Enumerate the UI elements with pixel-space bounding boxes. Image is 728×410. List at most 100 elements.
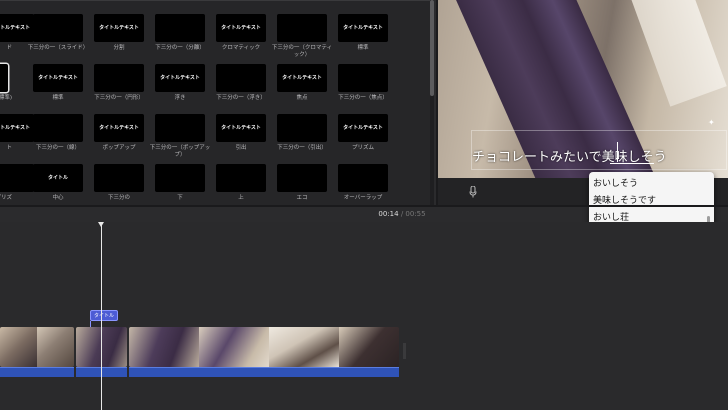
title-thumbnail[interactable]: タイトルテキスト: [94, 14, 144, 42]
title-thumbnail[interactable]: タイトルテキスト: [33, 64, 83, 92]
current-time: 00:14: [378, 210, 399, 218]
title-tile-label: 下三分の一（円形）: [94, 95, 144, 101]
title-tile-label: 中心: [52, 195, 64, 201]
title-tile[interactable]: 下三分の一（浮き）: [216, 64, 266, 114]
audio-track[interactable]: [0, 367, 74, 377]
video-clip[interactable]: [129, 327, 399, 367]
title-tile-label: エコ: [296, 195, 308, 201]
title-tile[interactable]: タイトルテキスト クロマティック: [216, 14, 266, 64]
title-tile[interactable]: タイトルテキスト分割: [94, 14, 144, 64]
title-tile[interactable]: 下三分の一（円形）: [94, 64, 144, 114]
title-tile-label: 引出: [235, 145, 247, 151]
title-tile-label: ト: [6, 145, 12, 151]
title-tile[interactable]: 下三分の一（焦点）: [338, 64, 388, 114]
title-tile[interactable]: (標準): [0, 64, 34, 114]
microphone-icon[interactable]: [469, 186, 477, 198]
title-thumbnail[interactable]: [155, 164, 205, 192]
title-tile[interactable]: オーバーラップ: [338, 164, 388, 205]
title-thumbnail[interactable]: [216, 64, 266, 92]
viewer-resize-icon[interactable]: ✦: [708, 118, 718, 128]
title-tile[interactable]: 下三分の: [94, 164, 144, 205]
clip-trim-handle[interactable]: [403, 343, 406, 359]
title-tile-label: 下三分の一（クロマティック）: [271, 45, 333, 58]
title-tile-label: 下三分の一（スライド）: [27, 45, 89, 51]
title-tile[interactable]: 下三分の一（ポップアップ）: [150, 114, 210, 164]
thumbnail-text: タイトルテキスト: [343, 125, 383, 131]
title-thumbnail[interactable]: [0, 64, 8, 92]
playhead[interactable]: [101, 224, 102, 410]
title-thumbnail[interactable]: [338, 64, 388, 92]
title-tile[interactable]: タイトルテキスト 標準: [33, 64, 83, 114]
title-thumbnail[interactable]: タイトルテキスト: [216, 14, 266, 42]
title-tile[interactable]: タイトルテキスト ポップアップ: [94, 114, 144, 164]
title-tile[interactable]: タイトルテキスト 焦点: [277, 64, 327, 114]
title-thumbnail[interactable]: [94, 64, 144, 92]
browser-divider: [0, 0, 434, 1]
title-thumbnail[interactable]: [277, 164, 327, 192]
title-tile[interactable]: タイトル 中心: [33, 164, 83, 205]
title-tile-label: 下三分の一（浮き）: [216, 95, 266, 101]
thumbnail-text: タイトルテキスト: [99, 125, 139, 131]
title-thumbnail[interactable]: タイトル: [33, 164, 83, 192]
title-thumbnail[interactable]: [216, 164, 266, 192]
title-thumbnail[interactable]: タイトルテキスト: [94, 114, 144, 142]
title-tile[interactable]: 下三分の一（分離）: [155, 14, 205, 64]
thumbnail-text: タイトルテキスト: [160, 75, 200, 81]
title-thumbnail[interactable]: [277, 14, 327, 42]
title-tile[interactable]: 下三分の一（引出）: [277, 114, 327, 164]
title-tile-label: 分割: [113, 45, 125, 51]
title-thumbnail[interactable]: タイトルテキスト: [277, 64, 327, 92]
browser-scroll-thumb[interactable]: [430, 0, 434, 96]
title-tile[interactable]: 下三分の一（スライド）: [28, 14, 88, 64]
thumbnail-text: タイトル: [47, 175, 68, 181]
title-thumbnail[interactable]: [33, 14, 83, 42]
timeline-divider[interactable]: [0, 205, 728, 207]
title-thumbnail[interactable]: タイトルテキスト: [155, 64, 205, 92]
title-thumbnail[interactable]: [155, 114, 205, 142]
title-thumbnail[interactable]: タイトルテキスト: [216, 114, 266, 142]
ime-composition-underline: [610, 163, 654, 164]
title-tile[interactable]: 上: [216, 164, 266, 205]
title-tile[interactable]: タイトルテキストト: [0, 114, 34, 164]
title-tile-label: ド: [6, 45, 12, 51]
thumbnail-text: タイトルテキスト: [221, 25, 261, 31]
title-tile[interactable]: タイトルテキスト プリズム: [338, 114, 388, 164]
title-tile-label: 標準: [357, 45, 369, 51]
title-thumbnail[interactable]: [155, 14, 205, 42]
title-clip-label: タイトル: [94, 313, 115, 319]
title-tile[interactable]: タイトルテキスト 標準: [338, 14, 388, 64]
title-tile-label: 下三分の一（ポップアップ）: [149, 145, 211, 158]
title-tile-label: 下三分の一（線）: [35, 145, 80, 151]
title-thumbnail[interactable]: [338, 164, 388, 192]
title-clip[interactable]: タイトル: [90, 310, 118, 321]
title-thumbnail[interactable]: タイトルテキスト: [338, 114, 388, 142]
thumbnail-text: タイトルテキスト: [38, 75, 78, 81]
timecode: 00:14 / 00:55: [2, 210, 728, 218]
video-clip[interactable]: [0, 327, 74, 367]
title-tile-label: クロマティック: [221, 45, 261, 51]
title-tile[interactable]: エコ: [277, 164, 327, 205]
title-browser: タイトルテキストド下三分の一（スライド）タイトルテキスト分割下三分の一（分離）タ…: [0, 0, 434, 205]
title-tile[interactable]: タイトルテキストド: [0, 14, 34, 64]
title-tile-label: プリズ: [0, 195, 12, 201]
title-tile-label: (標準): [0, 95, 12, 101]
title-thumbnail[interactable]: タイトルテキスト: [0, 114, 34, 142]
title-tile[interactable]: 下三分の一（クロマティック）: [272, 14, 332, 64]
title-thumbnail[interactable]: [0, 164, 34, 192]
title-thumbnail[interactable]: [94, 164, 144, 192]
thumbnail-text: タイトルテキスト: [343, 25, 383, 31]
title-tile[interactable]: 下: [155, 164, 205, 205]
title-tile-label: ポップアップ: [102, 145, 136, 151]
title-thumbnail[interactable]: タイトルテキスト: [338, 14, 388, 42]
title-tile[interactable]: タイトルテキスト引出: [216, 114, 266, 164]
title-tile-label: 下三分の一（引出）: [277, 145, 327, 151]
title-tile-label: プリズム: [351, 145, 374, 151]
title-tile[interactable]: タイトルテキスト 浮き: [155, 64, 205, 114]
title-thumbnail[interactable]: [277, 114, 327, 142]
title-thumbnail[interactable]: [33, 114, 83, 142]
ime-candidate[interactable]: おいしそう: [593, 176, 638, 189]
title-tile[interactable]: 下三分の一（線）: [33, 114, 83, 164]
title-tile-label: 下三分の: [107, 195, 130, 201]
title-thumbnail[interactable]: タイトルテキスト: [0, 14, 34, 42]
audio-track[interactable]: [129, 367, 399, 377]
